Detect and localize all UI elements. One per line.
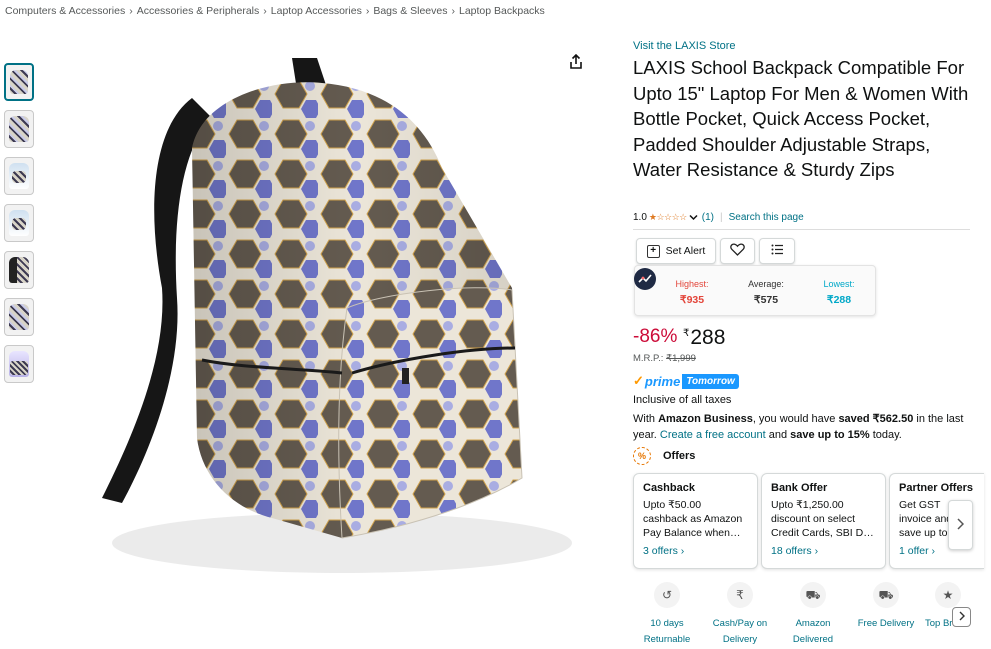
share-icon[interactable]: [565, 51, 587, 73]
chevron-right-icon: [959, 610, 965, 624]
feature-returnable[interactable]: ↺ 10 days Returnable: [633, 582, 701, 648]
tax-note: Inclusive of all taxes: [633, 394, 732, 406]
breadcrumb-separator: ›: [129, 5, 133, 17]
top-brand-icon: ★: [935, 582, 961, 608]
prime-logo-text: prime: [644, 373, 681, 389]
feature-free-delivery[interactable]: ⛟ Free Delivery: [852, 582, 920, 632]
offer-title: Cashback: [643, 482, 695, 494]
business-savings: With Amazon Business, you would have sav…: [633, 411, 978, 443]
divider: [633, 229, 970, 230]
discount-percent: -86%: [633, 326, 678, 347]
rating-row: 1.0 ★☆☆☆☆ (1) | Search this page: [633, 212, 804, 223]
thumbnail-7[interactable]: [4, 345, 34, 383]
breadcrumb-link-laptop-backpacks[interactable]: Laptop Backpacks: [459, 5, 545, 17]
return-icon: ↺: [654, 582, 680, 608]
breadcrumb: Computers & Accessories › Accessories & Pe…: [5, 5, 545, 17]
business-and: and: [765, 429, 791, 441]
mrp-value: ₹1,999: [666, 353, 696, 364]
business-prefix: With: [633, 413, 659, 425]
free-delivery-icon: ⛟: [873, 582, 899, 608]
list-icon: [771, 244, 784, 258]
breadcrumb-link-bags-sleeves[interactable]: Bags & Sleeves: [373, 5, 447, 17]
cash-icon: ₹: [727, 582, 753, 608]
breadcrumb-link-computers[interactable]: Computers & Accessories: [5, 5, 125, 17]
mrp-label: M.R.P.:: [633, 353, 664, 364]
thumbnail-2[interactable]: [4, 110, 34, 148]
business-saved: saved ₹562.50: [838, 413, 914, 425]
offers-next-button[interactable]: [948, 500, 973, 550]
offers-title: Offers: [663, 450, 696, 462]
feature-label: Amazon Delivered: [792, 618, 834, 645]
breadcrumb-link-laptop-accessories[interactable]: Laptop Accessories: [271, 5, 362, 17]
average-price: Average: ₹575: [736, 279, 796, 306]
set-alert-label: Set Alert: [665, 245, 706, 257]
lowest-value: ₹288: [826, 294, 852, 306]
chevron-right-icon: [957, 517, 965, 533]
offer-title: Partner Offers: [899, 482, 973, 494]
price-value: 288: [690, 326, 726, 349]
business-save-up: save up to 15%: [790, 429, 870, 441]
add-to-list-button[interactable]: [759, 238, 795, 264]
separator: |: [719, 212, 723, 223]
breadcrumb-link-accessories[interactable]: Accessories & Peripherals: [137, 5, 260, 17]
plus-icon: +: [646, 244, 660, 258]
breadcrumb-separator: ›: [365, 5, 370, 17]
star-rating-icon[interactable]: ★☆☆☆☆: [649, 212, 687, 223]
currency-symbol: ₹: [683, 328, 690, 339]
thumbnail-6[interactable]: [4, 298, 34, 336]
features-next-button[interactable]: [952, 607, 971, 627]
main-product-image[interactable]: [42, 38, 598, 598]
feature-amazon-delivered[interactable]: ⛟ Amazon Delivered: [779, 582, 847, 648]
lowest-price: Lowest: ₹288: [809, 279, 869, 306]
offer-description: Upto ₹50.00 cashback as Amazon Pay Balan…: [643, 499, 743, 539]
offer-title: Bank Offer: [771, 482, 828, 494]
offer-card-cashback[interactable]: Cashback Upto ₹50.00 cashback as Amazon …: [633, 473, 758, 569]
offer-link[interactable]: 3 offers ›: [643, 545, 748, 557]
rating-count-link[interactable]: (1): [702, 212, 714, 223]
feature-label: Free Delivery: [857, 618, 915, 629]
highest-price: Highest: ₹935: [662, 279, 722, 306]
business-amazon: Amazon Business: [658, 413, 753, 425]
mrp: M.R.P.: ₹1,999: [633, 353, 696, 364]
prime-badge: ✓ prime Tomorrow: [633, 373, 739, 389]
wishlist-button[interactable]: [720, 238, 755, 264]
chevron-down-icon[interactable]: [689, 213, 698, 223]
prime-logo: ✓ prime: [633, 373, 680, 389]
feature-label: 10 days Returnable: [643, 618, 691, 645]
average-label: Average:: [748, 279, 784, 289]
store-link[interactable]: Visit the LAXIS Store: [633, 40, 736, 52]
heart-icon: [730, 243, 745, 259]
business-middle: , you would have: [752, 413, 839, 425]
business-suffix: today.: [869, 429, 902, 441]
search-page-link[interactable]: Search this page: [729, 212, 804, 223]
feature-cash-on-delivery[interactable]: ₹ Cash/Pay on Delivery: [706, 582, 774, 648]
prime-check-icon: ✓: [633, 373, 644, 388]
breadcrumb-separator: ›: [263, 5, 267, 17]
average-value: ₹575: [753, 294, 779, 306]
highest-value: ₹935: [679, 294, 705, 306]
breadcrumb-separator: ›: [451, 5, 455, 17]
current-price: ₹ 288: [683, 326, 725, 350]
delivery-tag: Tomorrow: [682, 373, 739, 389]
product-title: LAXIS School Backpack Compatible For Upt…: [633, 57, 969, 180]
offers-heading: % Offers: [633, 447, 695, 465]
thumbnail-3[interactable]: [4, 157, 34, 195]
price-tracker-logo-icon[interactable]: [634, 268, 656, 290]
offer-card-bank[interactable]: Bank Offer Upto ₹1,250.00 discount on se…: [761, 473, 886, 569]
rating-value: 1.0: [633, 212, 647, 223]
offer-description: Upto ₹1,250.00 discount on select Credit…: [771, 499, 874, 539]
truck-icon: ⛟: [800, 582, 826, 608]
offers-percent-icon: %: [633, 447, 651, 465]
thumbnail-5[interactable]: [4, 251, 34, 289]
feature-label: Cash/Pay on Delivery: [712, 618, 768, 645]
thumbnail-1[interactable]: [4, 63, 34, 101]
highest-label: Highest:: [675, 279, 709, 289]
thumbnail-4[interactable]: [4, 204, 34, 242]
set-alert-button[interactable]: + Set Alert: [636, 238, 716, 264]
create-account-link[interactable]: Create a free account: [660, 429, 766, 441]
thumbnail-list: [4, 63, 34, 392]
lowest-label: Lowest:: [823, 279, 855, 289]
offer-link[interactable]: 18 offers ›: [771, 545, 876, 557]
